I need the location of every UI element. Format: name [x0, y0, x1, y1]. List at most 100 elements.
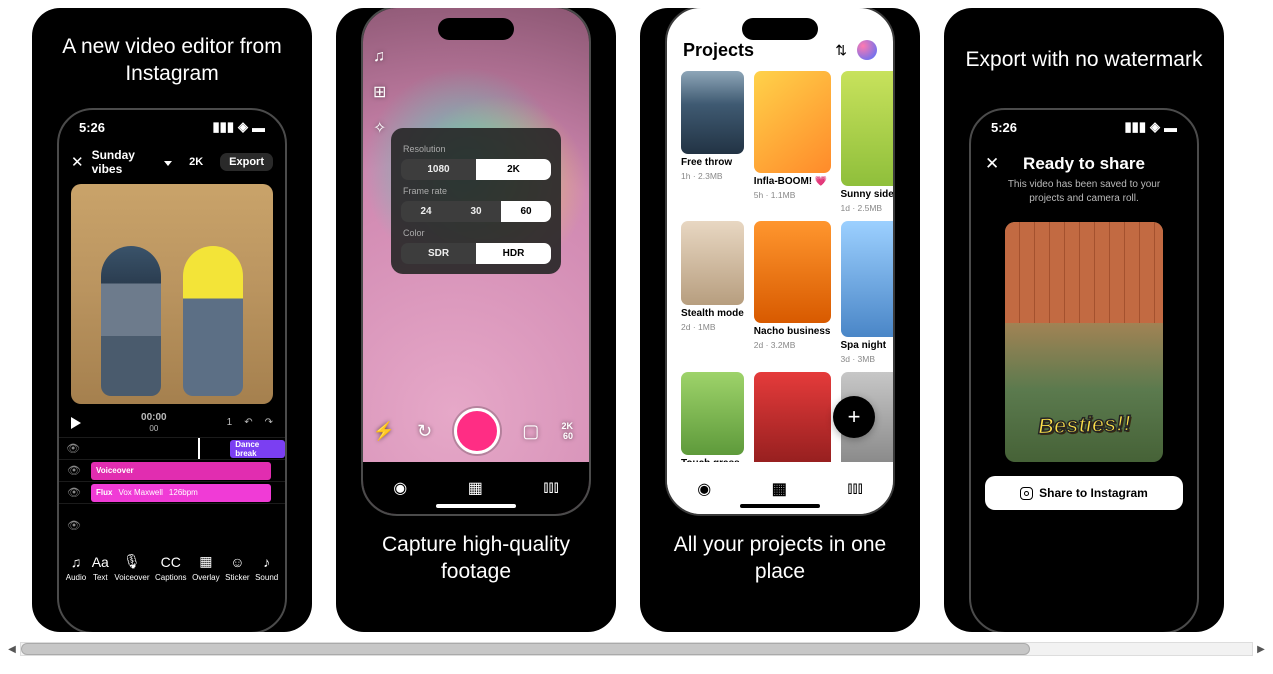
- card-caption: Export with no watermark: [946, 8, 1223, 108]
- close-icon[interactable]: ✕: [71, 153, 84, 171]
- color-label: Color: [403, 228, 551, 238]
- project-thumbnail: [754, 221, 831, 323]
- clip-music[interactable]: Flux Vox Maxwell 126bpm: [91, 484, 271, 502]
- gallery-icon[interactable]: ▢: [522, 421, 539, 442]
- segment-option[interactable]: 60: [501, 201, 551, 222]
- editor-tool-voiceover[interactable]: 🎙Voiceover: [114, 553, 149, 582]
- flip-camera-icon[interactable]: ↻: [417, 421, 432, 442]
- redo-icon[interactable]: ↷: [265, 417, 273, 428]
- project-tile[interactable]: Sunny side up1d · 2.5MB: [841, 71, 896, 213]
- instagram-icon: [1020, 487, 1033, 500]
- nav-record-icon[interactable]: ◉: [393, 478, 407, 498]
- horizontal-scrollbar[interactable]: ◀ ▶: [0, 636, 1273, 662]
- video-preview[interactable]: [71, 184, 273, 404]
- project-tile[interactable]: Free throw1h · 2.3MB: [681, 71, 744, 213]
- battery-icon: ▬: [252, 120, 265, 135]
- close-icon[interactable]: ✕: [985, 154, 999, 174]
- shutter-button[interactable]: [454, 408, 500, 454]
- clip-dance[interactable]: Dance break: [230, 440, 285, 458]
- project-meta: 3d · 3MB: [841, 354, 896, 364]
- resolution-segmented[interactable]: 10802K: [401, 159, 551, 180]
- home-indicator: [436, 504, 516, 508]
- undo-icon[interactable]: ↶: [244, 417, 252, 428]
- visibility-icon[interactable]: 👁: [59, 464, 89, 477]
- project-meta: 5h · 1.1MB: [754, 190, 831, 200]
- promo-card-projects: Projects ⇅ Free throw1h · 2.3MBInfla-BOO…: [640, 8, 920, 632]
- promo-card-share: Export with no watermark 5:26 ▮▮▮ ◈ ▬ ✕ …: [944, 8, 1224, 632]
- nav-grid-icon[interactable]: ▦: [468, 478, 483, 498]
- signal-icon: ▮▮▮: [213, 119, 234, 135]
- projects-title: Projects: [683, 40, 754, 61]
- play-icon[interactable]: [71, 417, 81, 429]
- camera-side-tool-icon[interactable]: ✧: [373, 118, 386, 138]
- visibility-icon[interactable]: 👁: [59, 442, 87, 455]
- timeline-tracks[interactable]: 👁 Dance break 👁 Voiceover 👁 Flux Vox Max…: [59, 437, 285, 547]
- segment-option[interactable]: 2K: [476, 159, 551, 180]
- color-segmented[interactable]: SDRHDR: [401, 243, 551, 264]
- project-thumbnail: [841, 221, 896, 336]
- promo-card-editor: A new video editor from Instagram 5:26 ▮…: [32, 8, 312, 632]
- project-title[interactable]: Sunday vibes: [92, 148, 173, 176]
- visibility-icon[interactable]: 👁: [59, 486, 89, 499]
- project-name: Sunny side up: [841, 189, 896, 200]
- quality-pill[interactable]: 2K: [180, 153, 212, 171]
- scrollbar-thumb[interactable]: [21, 643, 1030, 655]
- editor-tool-strip: ♫Audio AaText 🎙VoiceoverCCCaptions▦Overlay…: [59, 547, 285, 592]
- project-thumbnail: [681, 372, 744, 456]
- resolution-label: Resolution: [403, 144, 551, 154]
- nav-record-icon[interactable]: ◉: [697, 479, 711, 499]
- flash-icon[interactable]: ⚡: [373, 421, 395, 442]
- nav-insights-icon[interactable]: ⫾⫾⫾: [543, 479, 558, 497]
- editor-tool-sticker[interactable]: ☺Sticker: [225, 554, 249, 582]
- capture-bar: ⚡ ↻ ▢: [363, 408, 589, 454]
- sort-icon[interactable]: ⇅: [835, 42, 847, 59]
- editor-tool-sound[interactable]: ♪Sound: [255, 554, 278, 582]
- scroll-left-arrow-icon[interactable]: ◀: [4, 641, 20, 657]
- clip-voiceover[interactable]: Voiceover: [91, 462, 271, 480]
- editor-tool-captions[interactable]: CCCaptions: [155, 554, 187, 582]
- signal-icon: ▮▮▮: [1125, 119, 1146, 135]
- clip-thumbnails[interactable]: [127, 506, 133, 546]
- project-name: Spa night: [841, 340, 896, 351]
- project-name: Free throw: [681, 157, 744, 168]
- segment-option[interactable]: SDR: [401, 243, 476, 264]
- export-button[interactable]: Export: [220, 153, 273, 171]
- marker-label: 1: [227, 417, 233, 428]
- overlay-text: Besties!!: [1037, 410, 1131, 439]
- editor-tool-overlay[interactable]: ▦Overlay: [192, 553, 220, 582]
- scroll-right-arrow-icon[interactable]: ▶: [1253, 641, 1269, 657]
- status-time: 5:26: [79, 120, 105, 135]
- nav-grid-icon[interactable]: ▦: [772, 479, 787, 499]
- camera-side-tool-icon[interactable]: ♫: [373, 48, 386, 66]
- segment-option[interactable]: 1080: [401, 159, 476, 180]
- avatar[interactable]: [857, 40, 877, 60]
- timecode: 00:00: [93, 412, 215, 423]
- dynamic-island: [134, 120, 210, 142]
- visibility-icon[interactable]: 👁: [59, 519, 89, 532]
- scrollbar-track[interactable]: [20, 642, 1253, 656]
- dynamic-island: [1046, 120, 1122, 142]
- project-tile[interactable]: Infla-BOOM! 💗5h · 1.1MB: [754, 71, 831, 213]
- camera-side-tool-icon[interactable]: ⊞: [373, 82, 386, 102]
- project-thumbnail: [754, 372, 831, 474]
- nav-insights-icon[interactable]: ⫾⫾⫾: [847, 480, 862, 498]
- project-thumbnail: [681, 71, 744, 155]
- projects-grid[interactable]: Free throw1h · 2.3MBInfla-BOOM! 💗5h · 1.…: [667, 71, 893, 514]
- project-tile[interactable]: Spa night 3d · 3MB: [841, 221, 896, 363]
- editor-tool-audio[interactable]: ♫Audio: [66, 554, 86, 582]
- share-preview-thumbnail[interactable]: Besties!!: [1005, 222, 1163, 462]
- card-caption: Capture high-quality footage: [336, 516, 616, 604]
- segment-option[interactable]: 30: [451, 201, 501, 222]
- framerate-segmented[interactable]: 243060: [401, 201, 551, 222]
- share-to-instagram-button[interactable]: Share to Instagram: [985, 476, 1183, 510]
- editor-tool-text[interactable]: AaText: [92, 554, 109, 582]
- framerate-label: Frame rate: [403, 186, 551, 196]
- screenshot-gallery[interactable]: A new video editor from Instagram 5:26 ▮…: [0, 0, 1273, 636]
- quality-badge: 2K 60: [561, 422, 573, 442]
- project-tile[interactable]: Stealth mode2d · 1MB: [681, 221, 744, 363]
- new-project-button[interactable]: +: [833, 396, 875, 438]
- segment-option[interactable]: HDR: [476, 243, 551, 264]
- project-tile[interactable]: Nacho business2d · 3.2MB: [754, 221, 831, 363]
- segment-option[interactable]: 24: [401, 201, 451, 222]
- promo-card-capture: ♫⊞✧ Resolution 10802K Frame rate 243060 …: [336, 8, 616, 632]
